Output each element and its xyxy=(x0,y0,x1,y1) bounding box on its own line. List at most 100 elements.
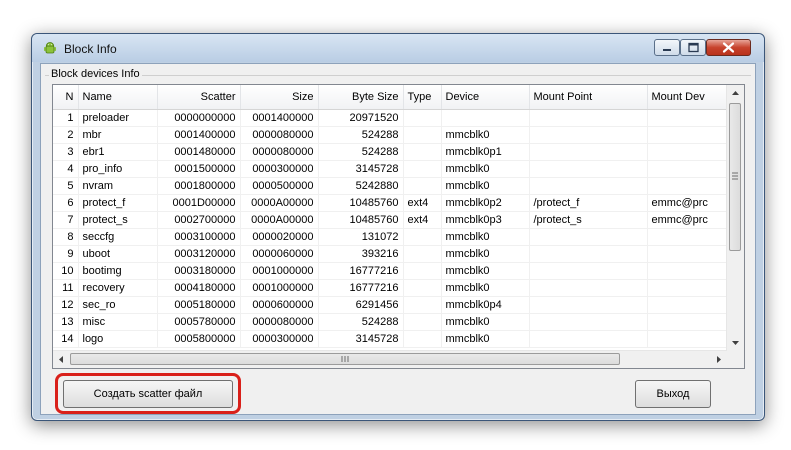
cell-mount-dev xyxy=(647,245,734,263)
table-row[interactable]: 13 misc 0005780000 0000080000 524288 mmcblk0 xyxy=(53,313,734,331)
cell-size: 0000080000 xyxy=(240,126,319,144)
cell-byte-size: 6291456 xyxy=(318,296,404,314)
cell-device: mmcblk0 xyxy=(441,177,530,195)
cell-type xyxy=(403,262,442,280)
cell-byte-size: 16777216 xyxy=(318,262,404,280)
cell-mount-dev xyxy=(647,313,734,331)
cell-n: 9 xyxy=(53,245,79,263)
column-header-type[interactable]: Type xyxy=(403,85,442,110)
cell-size: 0000060000 xyxy=(240,245,319,263)
scroll-up-arrow-icon[interactable] xyxy=(727,85,744,102)
cell-scatter: 0001D00000 xyxy=(157,194,241,212)
cell-scatter: 0005780000 xyxy=(157,313,241,331)
cell-name: uboot xyxy=(78,245,158,263)
cell-name: logo xyxy=(78,330,158,348)
horizontal-scrollbar[interactable] xyxy=(53,350,727,368)
cell-size: 0000500000 xyxy=(240,177,319,195)
cell-name: seccfg xyxy=(78,228,158,246)
group-divider xyxy=(45,75,751,76)
block-devices-grid[interactable]: N Name Scatter Size Byte Size Type Devic… xyxy=(52,84,745,369)
cell-mount-dev xyxy=(647,330,734,348)
table-row[interactable]: 5 nvram 0001800000 0000500000 5242880 mmcblk0 xyxy=(53,177,734,195)
cell-size: 0000080000 xyxy=(240,313,319,331)
cell-scatter: 0003100000 xyxy=(157,228,241,246)
cell-device: mmcblk0p2 xyxy=(441,194,530,212)
maximize-button[interactable] xyxy=(680,39,706,56)
column-header-scatter[interactable]: Scatter xyxy=(157,85,241,110)
cell-mount-point: /protect_s xyxy=(529,211,648,229)
table-row[interactable]: 8 seccfg 0003100000 0000020000 131072 mmcblk0 xyxy=(53,228,734,246)
cell-type xyxy=(403,279,442,297)
cell-device: mmcblk0 xyxy=(441,160,530,178)
close-button[interactable] xyxy=(706,39,751,56)
cell-mount-point xyxy=(529,279,648,297)
grip-icon xyxy=(341,356,349,362)
scroll-right-arrow-icon[interactable] xyxy=(710,351,727,368)
cell-type xyxy=(403,245,442,263)
cell-mount-dev xyxy=(647,262,734,280)
column-header-mount-dev[interactable]: Mount Dev xyxy=(647,85,734,110)
window-client-area: Block devices Info N Name Scatter Size B… xyxy=(40,63,756,415)
android-icon xyxy=(43,41,57,55)
cell-n: 4 xyxy=(53,160,79,178)
table-row[interactable]: 10 bootimg 0003180000 0001000000 16777216 mmc… xyxy=(53,262,734,280)
table-row[interactable]: 1 preloader 0000000000 0001400000 20971520 xyxy=(53,109,734,127)
vertical-scrollbar[interactable] xyxy=(726,85,744,351)
cell-mount-point xyxy=(529,245,648,263)
table-row[interactable]: 12 sec_ro 0005180000 0000600000 6291456 mmcbl… xyxy=(53,296,734,314)
cell-type xyxy=(403,143,442,161)
column-header-name[interactable]: Name xyxy=(78,85,158,110)
cell-size: 0000300000 xyxy=(240,330,319,348)
cell-scatter: 0004180000 xyxy=(157,279,241,297)
title-bar[interactable]: Block Info xyxy=(32,34,764,62)
table-row[interactable]: 2 mbr 0001400000 0000080000 524288 mmcblk0 xyxy=(53,126,734,144)
column-header-n[interactable]: N xyxy=(53,85,79,110)
scroll-down-arrow-icon[interactable] xyxy=(727,334,744,351)
table-row[interactable]: 14 logo 0005800000 0000300000 3145728 mmcblk0 xyxy=(53,330,734,348)
header-row: N Name Scatter Size Byte Size Type Devic… xyxy=(53,85,734,110)
cell-scatter: 0001400000 xyxy=(157,126,241,144)
cell-byte-size: 10485760 xyxy=(318,211,404,229)
cell-device: mmcblk0 xyxy=(441,330,530,348)
horizontal-scroll-thumb[interactable] xyxy=(70,353,620,365)
window-title: Block Info xyxy=(64,42,117,56)
cell-mount-dev: emmc@prc xyxy=(647,194,734,212)
cell-n: 3 xyxy=(53,143,79,161)
table-row[interactable]: 9 uboot 0003120000 0000060000 393216 mmcblk0 xyxy=(53,245,734,263)
cell-device: mmcblk0 xyxy=(441,245,530,263)
cell-mount-point xyxy=(529,160,648,178)
cell-scatter: 0003120000 xyxy=(157,245,241,263)
table-row[interactable]: 11 recovery 0004180000 0001000000 16777216 mm… xyxy=(53,279,734,297)
scroll-left-arrow-icon[interactable] xyxy=(53,351,70,368)
column-header-size[interactable]: Size xyxy=(240,85,319,110)
cell-n: 8 xyxy=(53,228,79,246)
cell-name: ebr1 xyxy=(78,143,158,161)
cell-name: protect_s xyxy=(78,211,158,229)
cell-name: nvram xyxy=(78,177,158,195)
cell-mount-point xyxy=(529,126,648,144)
cell-n: 7 xyxy=(53,211,79,229)
cell-device: mmcblk0 xyxy=(441,279,530,297)
cell-type xyxy=(403,330,442,348)
vertical-scroll-thumb[interactable] xyxy=(729,103,741,251)
cell-name: preloader xyxy=(78,109,158,127)
cell-mount-dev xyxy=(647,177,734,195)
cell-mount-point xyxy=(529,296,648,314)
minimize-button[interactable] xyxy=(654,39,680,56)
cell-n: 12 xyxy=(53,296,79,314)
cell-name: bootimg xyxy=(78,262,158,280)
table-row[interactable]: 4 pro_info 0001500000 0000300000 3145728 mmcb… xyxy=(53,160,734,178)
column-header-device[interactable]: Device xyxy=(441,85,530,110)
table-row[interactable]: 3 ebr1 0001480000 0000080000 524288 mmcblk0p1 xyxy=(53,143,734,161)
table-row[interactable]: 7 protect_s 0002700000 0000A00000 10485760 ex… xyxy=(53,211,734,229)
cell-type xyxy=(403,313,442,331)
table-row[interactable]: 6 protect_f 0001D00000 0000A00000 10485760 ex… xyxy=(53,194,734,212)
exit-button[interactable]: Выход xyxy=(635,380,711,408)
column-header-mount-point[interactable]: Mount Point xyxy=(529,85,648,110)
cell-mount-dev xyxy=(647,160,734,178)
column-header-byte-size[interactable]: Byte Size xyxy=(318,85,404,110)
create-scatter-file-button[interactable]: Создать scatter файл xyxy=(63,380,233,408)
cell-n: 14 xyxy=(53,330,79,348)
cell-type xyxy=(403,228,442,246)
cell-mount-point xyxy=(529,330,648,348)
